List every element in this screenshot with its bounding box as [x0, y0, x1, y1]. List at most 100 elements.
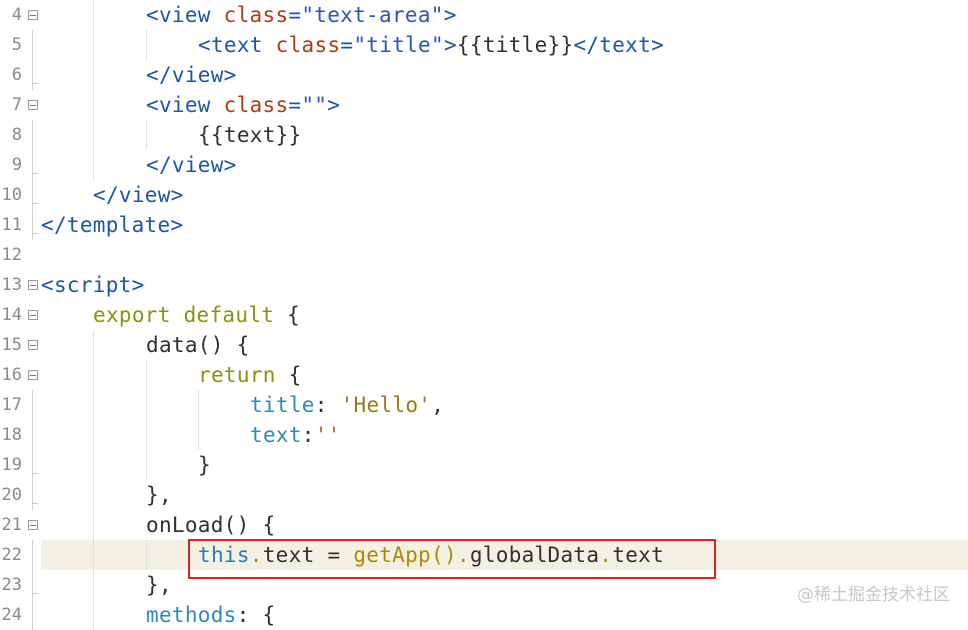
indent-guide: [93, 330, 94, 360]
code-line[interactable]: 11 </template>: [0, 210, 968, 240]
code-line[interactable]: 13 <script>: [0, 270, 968, 300]
code-token: : {: [236, 603, 276, 627]
code-token: >: [443, 33, 457, 57]
fold-collapse-icon[interactable]: [28, 370, 38, 380]
code-token: title: [250, 393, 315, 417]
code-line[interactable]: 9 </view>: [0, 150, 968, 180]
code-token: =: [340, 33, 354, 57]
code-line[interactable]: 12: [0, 240, 968, 270]
code-token: </view>: [146, 63, 237, 87]
code-token: </view>: [146, 153, 237, 177]
line-number: 9: [11, 155, 22, 175]
line-number: 17: [1, 395, 22, 415]
fold-collapse-icon[interactable]: [28, 10, 38, 20]
line-number: 12: [1, 245, 22, 265]
line-number: 16: [1, 365, 22, 385]
code-token: :: [314, 393, 341, 417]
indent-guide: [93, 90, 94, 120]
code-token: </text>: [573, 33, 665, 57]
indent-guide: [146, 540, 147, 570]
code-line[interactable]: 6 </view>: [0, 60, 968, 90]
fold-collapse-icon[interactable]: [28, 100, 38, 110]
indent-guide: [93, 570, 94, 600]
code-line[interactable]: 7 <view class="">: [0, 90, 968, 120]
fold-range-marker: [32, 150, 38, 180]
fold-range-marker: [32, 570, 38, 600]
code-line[interactable]: 18 text:'': [0, 420, 968, 450]
fold-collapse-icon[interactable]: [28, 520, 38, 530]
code-token: =: [288, 93, 302, 117]
code-line[interactable]: 4 <view class="text-area">: [0, 0, 968, 30]
code-token: class: [223, 93, 289, 117]
fold-collapse-icon[interactable]: [28, 340, 38, 350]
line-number: 10: [1, 185, 22, 205]
fold-range-marker: [32, 30, 33, 60]
indent-guide: [93, 120, 94, 150]
code-text[interactable]: text:'': [250, 420, 341, 450]
code-text[interactable]: }: [198, 450, 211, 480]
indent-guide: [146, 120, 147, 150]
code-line[interactable]: 20},: [0, 480, 968, 510]
code-line[interactable]: 17 title: 'Hello',: [0, 390, 968, 420]
code-line[interactable]: 15 data() {: [0, 330, 968, 360]
code-line[interactable]: 16 return {: [0, 360, 968, 390]
code-token: onLoad() {: [146, 513, 276, 537]
indent-guide: [198, 420, 199, 450]
code-token: return: [198, 363, 289, 387]
code-line[interactable]: 14 export default {: [0, 300, 968, 330]
indent-guide: [146, 360, 147, 390]
line-number: 4: [11, 5, 22, 25]
code-text[interactable]: </view>: [93, 180, 184, 210]
indent-guide: [93, 390, 94, 420]
indent-guide: [93, 450, 94, 480]
code-token: }: [198, 453, 211, 477]
code-line[interactable]: 8 {{text}}: [0, 120, 968, 150]
code-token: ,: [431, 393, 445, 417]
code-text[interactable]: return {: [198, 360, 302, 390]
code-token: class: [275, 33, 341, 57]
code-text[interactable]: {{text}}: [198, 120, 302, 150]
indent-guide: [93, 0, 94, 30]
code-editor[interactable]: 4 <view class="text-area"> 5 <text class="t…: [0, 0, 968, 630]
code-text[interactable]: </view>: [146, 150, 237, 180]
line-number: 21: [1, 515, 22, 535]
indent-guide: [93, 600, 94, 630]
code-text[interactable]: </template>: [41, 210, 183, 240]
code-text[interactable]: <view class="text-area">: [146, 0, 457, 30]
line-number: 18: [1, 425, 22, 445]
code-token: >: [327, 93, 341, 117]
code-text[interactable]: <script>: [41, 270, 145, 300]
code-token: "title": [353, 33, 444, 57]
fold-collapse-icon[interactable]: [28, 310, 38, 320]
code-line[interactable]: 10 </view>: [0, 180, 968, 210]
code-text[interactable]: export default {: [93, 300, 300, 330]
fold-range-marker: [32, 120, 33, 150]
indent-guide: [146, 450, 147, 480]
code-token: :: [301, 423, 315, 447]
code-text[interactable]: <view class="">: [146, 90, 340, 120]
code-token: {{text}}: [198, 123, 302, 147]
code-token: <script>: [41, 273, 145, 297]
code-token: 'Hello': [340, 393, 432, 417]
code-text[interactable]: methods: {: [146, 600, 275, 630]
code-line[interactable]: 19}: [0, 450, 968, 480]
code-token: "": [301, 93, 328, 117]
code-line[interactable]: 21 onLoad() {: [0, 510, 968, 540]
watermark: @稀土掘金技术社区: [797, 585, 950, 605]
line-number: 11: [1, 215, 22, 235]
code-text[interactable]: },: [146, 480, 172, 510]
code-text[interactable]: data() {: [146, 330, 250, 360]
code-text[interactable]: onLoad() {: [146, 510, 275, 540]
code-text[interactable]: <text class="title">{{title}}</text>: [198, 30, 664, 60]
indent-guide: [146, 390, 147, 420]
line-number: 15: [1, 335, 22, 355]
code-token: =: [288, 3, 302, 27]
line-number: 7: [11, 95, 22, 115]
line-number: 5: [11, 35, 22, 55]
fold-collapse-icon[interactable]: [28, 280, 38, 290]
indent-guide: [93, 150, 94, 180]
code-text[interactable]: </view>: [146, 60, 237, 90]
code-line[interactable]: 5 <text class="title">{{title}}</text>: [0, 30, 968, 60]
code-text[interactable]: title: 'Hello',: [250, 390, 444, 420]
code-text[interactable]: },: [146, 570, 172, 600]
